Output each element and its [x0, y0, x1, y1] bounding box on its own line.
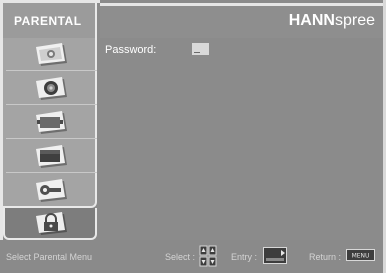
- menu-key-label: MENU: [352, 253, 370, 260]
- footer-return-label: Return :: [309, 252, 342, 262]
- sidebar-item-display[interactable]: [6, 106, 97, 139]
- audio-icon: [36, 77, 67, 100]
- password-cursor: [194, 52, 200, 53]
- brand-logo-light: spree: [334, 12, 375, 29]
- picture-icon: [36, 43, 67, 66]
- parental-lock-icon: [36, 212, 67, 235]
- sidebar-item-setup[interactable]: [6, 174, 97, 207]
- sidebar-item-screen[interactable]: [6, 140, 97, 173]
- footer-hints: Select Parental Menu Select : Entry : Re…: [0, 240, 383, 273]
- entry-key-icon: [263, 247, 287, 264]
- header-bar: HANNspree: [100, 3, 383, 38]
- up-down-key-icon: [199, 245, 217, 267]
- sidebar-item-picture[interactable]: [6, 38, 97, 71]
- display-icon: [36, 111, 67, 134]
- sidebar-item-audio[interactable]: [6, 72, 97, 105]
- brand-logo-bold: HANN: [288, 12, 335, 29]
- footer-select-label: Select :: [165, 252, 196, 262]
- menu-title-tab: PARENTAL: [3, 3, 97, 38]
- sidebar-item-parental-active[interactable]: [3, 208, 97, 240]
- screen-icon: [36, 145, 67, 168]
- wrench-icon: [36, 179, 67, 202]
- footer-menu-hint: Select Parental Menu: [6, 252, 93, 262]
- menu-key-icon: MENU: [346, 249, 375, 261]
- password-label: Password:: [105, 44, 157, 56]
- menu-title: PARENTAL: [14, 14, 82, 28]
- osd-screen: PARENTAL HANNspree Password: Select Pare…: [0, 0, 386, 273]
- brand-logo: HANNspree: [289, 12, 375, 30]
- footer-entry-label: Entry :: [231, 252, 258, 262]
- content-panel: Password:: [100, 38, 383, 240]
- sidebar: PARENTAL: [0, 0, 100, 240]
- password-input[interactable]: [192, 43, 209, 55]
- menu-list: [3, 38, 97, 208]
